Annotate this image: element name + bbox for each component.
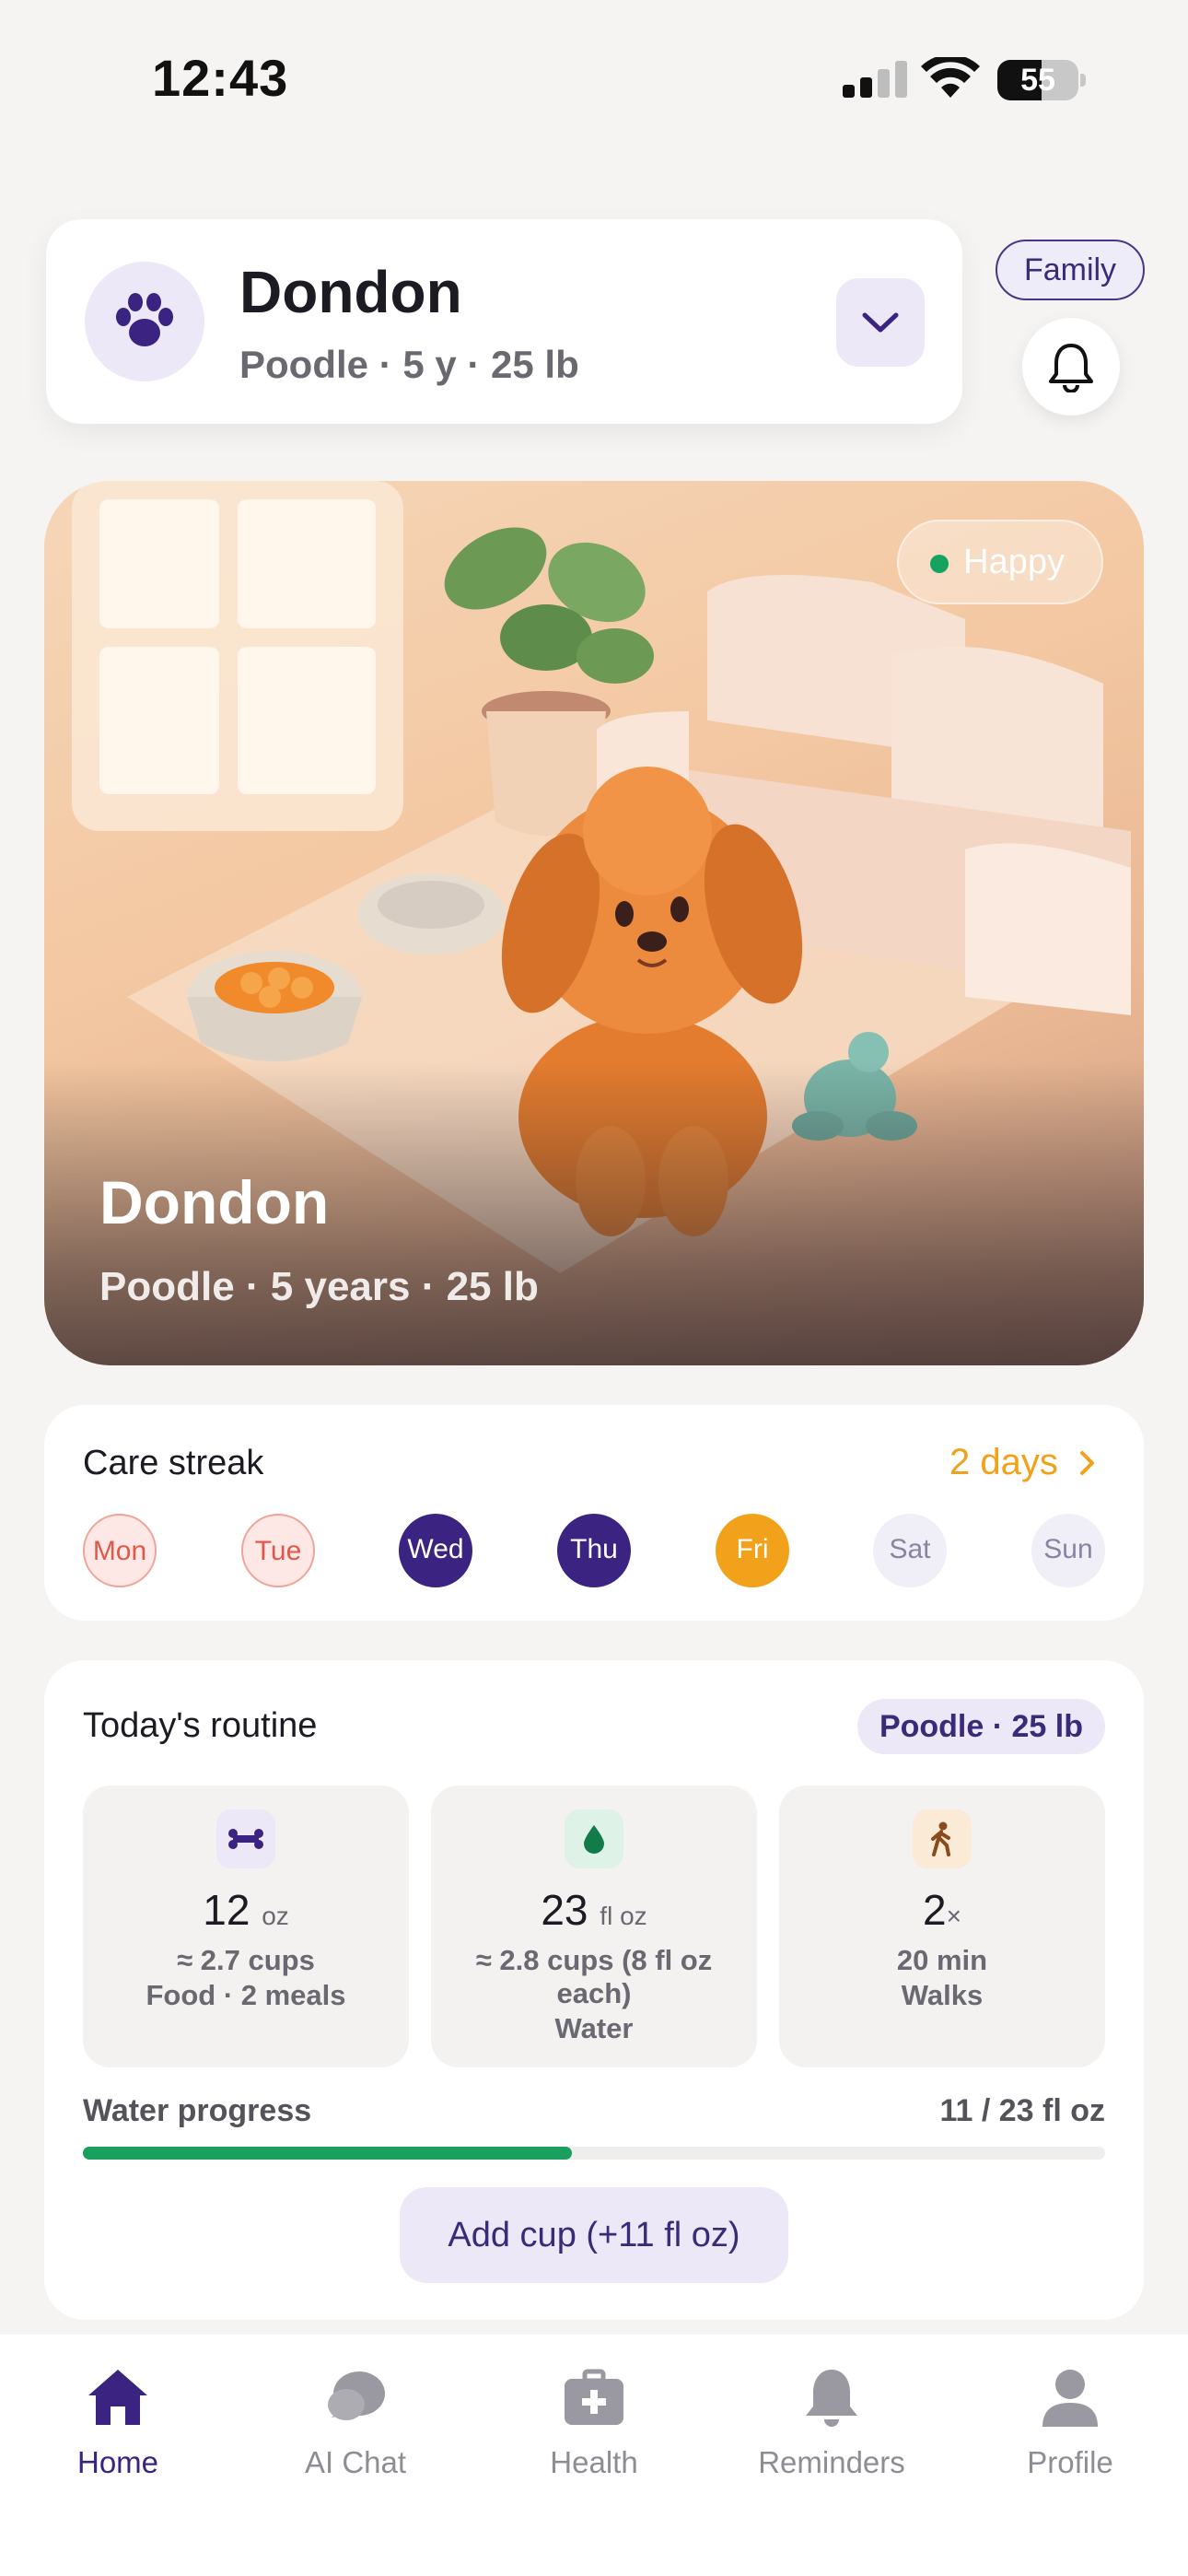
wifi-icon (921, 57, 980, 98)
streak-day-thu: Thu (557, 1514, 631, 1587)
walks-count: 2× (923, 1886, 961, 1934)
bell-icon (1049, 344, 1093, 392)
mood-status-dot (930, 555, 949, 573)
status-bar: 12:43 55 (0, 0, 1188, 157)
pet-selector-card[interactable]: Dondon Poodle · 5 y · 25 lb (46, 219, 962, 424)
pet-hero-card[interactable]: Happy Dondon Poodle · 5 years · 25 lb (44, 481, 1144, 1365)
tab-home-label: Home (76, 2445, 159, 2479)
routine-breed-badge: Poodle · 25 lb (856, 1699, 1105, 1754)
water-cups: ≈ 2.8 cups (8 fl oz (475, 1944, 713, 1976)
chevron-down-icon (862, 312, 899, 333)
tab-profile-label: Profile (1027, 2445, 1113, 2479)
streak-days-row: Mon Tue Wed Thu Fri Sat Sun (83, 1514, 1105, 1587)
water-progress-value: 11 / 23 fl oz (939, 2093, 1105, 2128)
pet-dropdown-button[interactable] (836, 278, 925, 367)
tab-profile[interactable]: Profile (978, 2353, 1162, 2491)
water-label: Water (554, 2012, 634, 2044)
water-cups-cont: each) (556, 1977, 632, 2009)
walking-icon (913, 1809, 972, 1868)
streak-day-mon: Mon (83, 1514, 157, 1587)
tab-health-label: Health (550, 2445, 638, 2479)
walks-label: Walks (901, 1979, 984, 2011)
hero-pet-details: Poodle · 5 years · 25 lb (99, 1264, 539, 1309)
food-tile[interactable]: 12 oz ≈ 2.7 cups Food · 2 meals (83, 1786, 409, 2067)
mood-label: Happy (963, 543, 1065, 581)
streak-day-sat: Sat (873, 1514, 947, 1587)
home-icon (88, 2370, 147, 2425)
paw-icon (116, 293, 173, 346)
person-icon (1042, 2370, 1098, 2427)
chat-icon (328, 2371, 385, 2420)
pet-avatar (85, 262, 204, 381)
water-progress-label: Water progress (83, 2093, 312, 2128)
routine-title: Today's routine (83, 1706, 318, 1745)
food-cups: ≈ 2.7 cups (177, 1944, 315, 1976)
family-badge[interactable]: Family (996, 240, 1145, 300)
water-amount: 23 fl oz (541, 1886, 647, 1934)
status-time: 12:43 (152, 49, 289, 107)
tab-ai-chat-label: AI Chat (304, 2445, 407, 2479)
tab-health[interactable]: Health (502, 2353, 686, 2491)
streak-count-link[interactable]: 2 days (949, 1442, 1098, 1483)
tab-reminders-label: Reminders (758, 2445, 905, 2479)
bell-icon (806, 2370, 857, 2427)
add-cup-button[interactable]: Add cup (+11 fl oz) (400, 2187, 788, 2283)
streak-day-tue: Tue (241, 1514, 315, 1587)
mood-badge: Happy (897, 520, 1103, 604)
pet-details: Poodle · 5 y · 25 lb (239, 343, 579, 386)
pet-name: Dondon (239, 259, 462, 325)
tab-ai-chat[interactable]: AI Chat (263, 2353, 448, 2491)
water-tile[interactable]: 23 fl oz ≈ 2.8 cups (8 fl oz each) Water (431, 1786, 757, 2067)
food-amount: 12 oz (203, 1886, 289, 1934)
bone-icon (216, 1809, 275, 1868)
medical-kit-icon (565, 2369, 623, 2425)
tab-home[interactable]: Home (26, 2353, 210, 2491)
cellular-signal-icon (843, 61, 907, 98)
walks-duration: 20 min (896, 1944, 988, 1976)
battery-icon: 55 (997, 60, 1086, 100)
chevron-right-icon (1080, 1451, 1094, 1475)
walks-tile[interactable]: 2× 20 min Walks (779, 1786, 1105, 2067)
streak-day-wed: Wed (399, 1514, 472, 1587)
routine-card: Today's routine Poodle · 25 lb 12 oz ≈ 2… (44, 1660, 1144, 2320)
hero-pet-name: Dondon (99, 1168, 330, 1236)
care-streak-title: Care streak (83, 1444, 264, 1482)
care-streak-card: Care streak 2 days Mon Tue Wed Thu Fri Sat Sun (44, 1405, 1144, 1621)
water-progress-bar (83, 2147, 1105, 2160)
tab-reminders[interactable]: Reminders (740, 2353, 924, 2491)
food-label: Food · 2 meals (146, 1979, 346, 2011)
bottom-tab-bar: Home AI Chat Health Reminders Profile (0, 2335, 1188, 2576)
notifications-button[interactable] (1022, 318, 1120, 416)
streak-day-fri: Fri (716, 1514, 789, 1587)
routine-tiles: 12 oz ≈ 2.7 cups Food · 2 meals 23 fl oz… (83, 1786, 1105, 2067)
streak-day-sun: Sun (1031, 1514, 1105, 1587)
water-drop-icon (565, 1809, 623, 1868)
streak-count: 2 days (949, 1442, 1058, 1482)
battery-level: 55 (1020, 63, 1055, 98)
water-progress-fill (83, 2147, 572, 2160)
